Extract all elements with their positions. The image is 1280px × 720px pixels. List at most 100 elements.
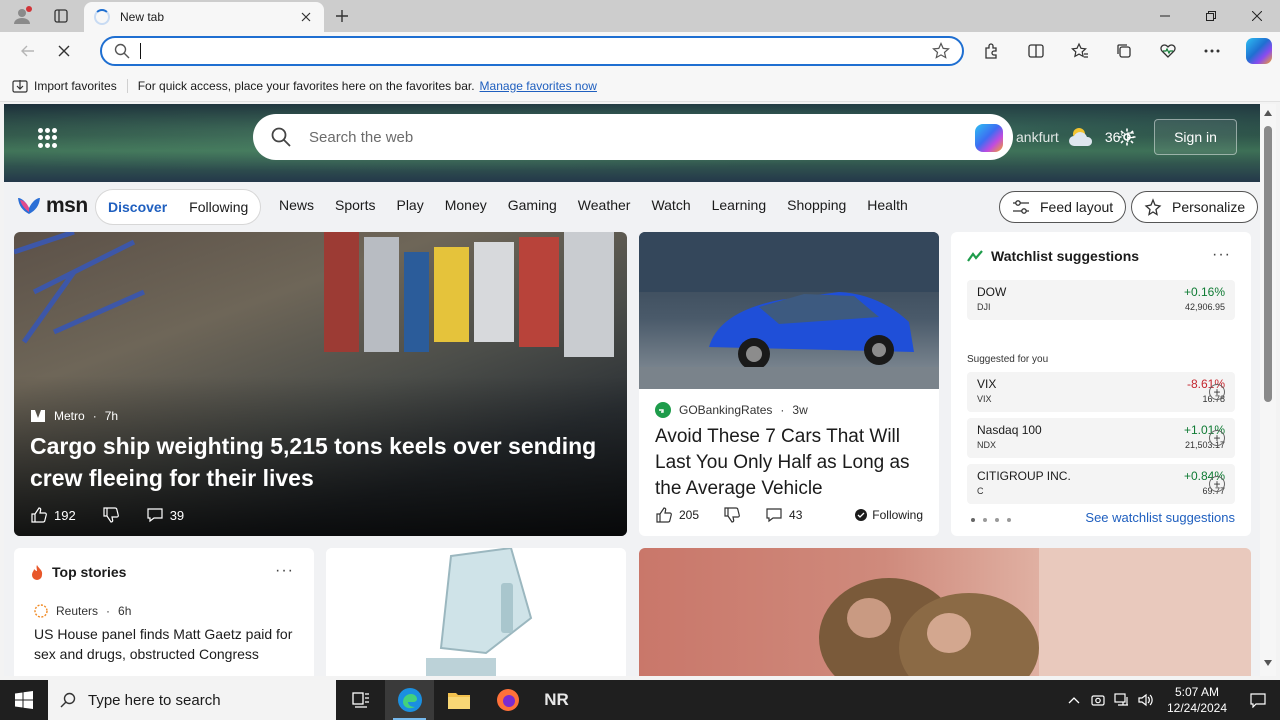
nav-news[interactable]: News bbox=[279, 197, 314, 213]
car-headline[interactable]: Avoid These 7 Cars That Will Last You On… bbox=[655, 424, 925, 502]
windows-logo-icon bbox=[15, 691, 33, 709]
feed-tabs: Discover Following bbox=[95, 189, 262, 225]
show-hidden-icons-button[interactable] bbox=[1062, 680, 1086, 720]
nav-weather[interactable]: Weather bbox=[578, 197, 631, 213]
new-tab-button[interactable] bbox=[330, 4, 354, 28]
settings-more-button[interactable] bbox=[1190, 35, 1234, 67]
profile-button[interactable] bbox=[0, 0, 44, 32]
back-button[interactable] bbox=[10, 35, 46, 67]
scrollbar-thumb[interactable] bbox=[1264, 126, 1272, 402]
comment-icon[interactable] bbox=[146, 506, 164, 524]
address-bar[interactable] bbox=[100, 36, 964, 66]
restore-button[interactable] bbox=[1188, 0, 1234, 32]
nav-watch[interactable]: Watch bbox=[651, 197, 690, 213]
import-favorites-button[interactable]: Import favorites bbox=[12, 78, 128, 93]
extensions-button[interactable] bbox=[970, 35, 1014, 67]
page-settings-button[interactable] bbox=[1116, 126, 1138, 148]
web-search-input[interactable] bbox=[309, 128, 949, 146]
meet-now-button[interactable] bbox=[1086, 680, 1110, 720]
dislike-icon[interactable] bbox=[102, 506, 120, 524]
stock-row-dow[interactable]: DOW DJI +0.16% 42,906.95 bbox=[967, 280, 1235, 320]
tab-close-icon[interactable] bbox=[298, 9, 314, 25]
puzzle-icon bbox=[985, 43, 997, 59]
collections-button[interactable] bbox=[1102, 35, 1146, 67]
more-options-icon[interactable]: ··· bbox=[1212, 246, 1231, 264]
personalize-button[interactable]: Personalize bbox=[1131, 191, 1259, 223]
msn-logo[interactable]: msn bbox=[16, 194, 88, 218]
more-options-icon[interactable]: ··· bbox=[275, 562, 294, 580]
taskbar-search-box[interactable]: Type here to search bbox=[48, 680, 336, 720]
top-story-source: Reuters · 6h bbox=[34, 604, 131, 618]
nav-health[interactable]: Health bbox=[867, 197, 907, 213]
carousel-pager[interactable] bbox=[971, 518, 1011, 522]
dislike-icon[interactable] bbox=[723, 506, 741, 524]
start-button[interactable] bbox=[0, 680, 48, 720]
car-news-card[interactable]: GOBankingRates · 3w Avoid These 7 Cars T… bbox=[639, 232, 939, 536]
volume-button[interactable] bbox=[1134, 680, 1158, 720]
nav-play[interactable]: Play bbox=[396, 197, 423, 213]
taskbar-edge-button[interactable] bbox=[385, 680, 434, 720]
taskbar-clock[interactable]: 5:07 AM 12/24/2024 bbox=[1158, 684, 1236, 716]
following-chip[interactable]: Following bbox=[855, 508, 923, 522]
hero-news-card[interactable]: Metro · 7h Cargo ship weighting 5,215 to… bbox=[14, 232, 627, 536]
sign-in-button[interactable]: Sign in bbox=[1154, 119, 1237, 155]
copilot-logo-icon[interactable] bbox=[975, 124, 1003, 152]
search-icon bbox=[114, 43, 130, 59]
task-view-button[interactable] bbox=[336, 680, 385, 720]
hero-headline[interactable]: Cargo ship weighting 5,215 tons keels ov… bbox=[30, 430, 610, 494]
comment-icon[interactable] bbox=[765, 506, 783, 524]
nav-money[interactable]: Money bbox=[445, 197, 487, 213]
taskbar-nr-app-button[interactable]: NR bbox=[532, 680, 581, 720]
taskbar-firefox-button[interactable] bbox=[483, 680, 532, 720]
add-to-watchlist-icon[interactable]: + bbox=[1209, 430, 1225, 446]
tab-following[interactable]: Following bbox=[189, 199, 248, 215]
see-watchlist-link[interactable]: See watchlist suggestions bbox=[1085, 510, 1235, 525]
hero-like-count: 192 bbox=[54, 507, 76, 523]
split-screen-button[interactable] bbox=[1014, 35, 1058, 67]
nav-shopping[interactable]: Shopping bbox=[787, 197, 846, 213]
manage-favorites-link[interactable]: Manage favorites now bbox=[480, 79, 597, 93]
address-input[interactable] bbox=[151, 43, 932, 59]
stop-loading-button[interactable] bbox=[46, 35, 82, 67]
stock-trend-icon bbox=[967, 250, 983, 262]
car-age: 3w bbox=[792, 403, 808, 417]
copilot-icon[interactable] bbox=[1246, 38, 1272, 64]
stock-row-vix[interactable]: VIX VIX -8.61% 16.78 bbox=[967, 372, 1235, 412]
web-search-box[interactable] bbox=[253, 114, 1013, 160]
loading-spinner-icon bbox=[94, 9, 110, 25]
notification-icon bbox=[1250, 693, 1266, 708]
add-to-watchlist-icon[interactable]: + bbox=[1209, 476, 1225, 492]
like-icon[interactable] bbox=[30, 506, 48, 524]
top-story-headline[interactable]: US House panel finds Matt Gaetz paid for… bbox=[34, 624, 294, 664]
nav-learning[interactable]: Learning bbox=[712, 197, 767, 213]
hero-source: Metro · 7h bbox=[30, 408, 118, 424]
shipping-containers-graphic bbox=[324, 232, 614, 357]
like-icon[interactable] bbox=[655, 506, 673, 524]
taskbar-file-explorer-button[interactable] bbox=[434, 680, 483, 720]
feed-layout-button[interactable]: Feed layout bbox=[999, 191, 1127, 223]
add-to-watchlist-icon[interactable]: + bbox=[1209, 384, 1225, 400]
separator-dot: · bbox=[106, 604, 111, 618]
close-window-button[interactable] bbox=[1234, 0, 1280, 32]
browser-essentials-button[interactable] bbox=[1146, 35, 1190, 67]
monkeys-image-card[interactable] bbox=[639, 548, 1251, 676]
network-button[interactable] bbox=[1110, 680, 1134, 720]
tab-actions-button[interactable] bbox=[44, 0, 78, 32]
favorites-bar-message: For quick access, place your favorites h… bbox=[137, 78, 475, 93]
favorite-star-icon[interactable] bbox=[932, 42, 950, 60]
scroll-down-icon[interactable] bbox=[1264, 660, 1272, 666]
scroll-up-icon[interactable] bbox=[1264, 110, 1272, 116]
tab-discover[interactable]: Discover bbox=[108, 199, 167, 215]
device-product-card[interactable] bbox=[326, 548, 626, 676]
browser-tab-new-tab[interactable]: New tab bbox=[84, 2, 324, 32]
app-launcher-icon[interactable] bbox=[38, 128, 58, 148]
stock-row-nasdaq[interactable]: Nasdaq 100 NDX +1.01% 21,503.17 bbox=[967, 418, 1235, 458]
stock-row-citigroup[interactable]: CITIGROUP INC. C +0.84% 69.77 bbox=[967, 464, 1235, 504]
minimize-button[interactable] bbox=[1142, 0, 1188, 32]
nav-gaming[interactable]: Gaming bbox=[508, 197, 557, 213]
nav-sports[interactable]: Sports bbox=[335, 197, 375, 213]
favorites-button[interactable] bbox=[1058, 35, 1102, 67]
tab-title: New tab bbox=[120, 10, 165, 24]
notification-center-button[interactable] bbox=[1236, 680, 1280, 720]
page-scrollbar[interactable] bbox=[1260, 104, 1276, 676]
